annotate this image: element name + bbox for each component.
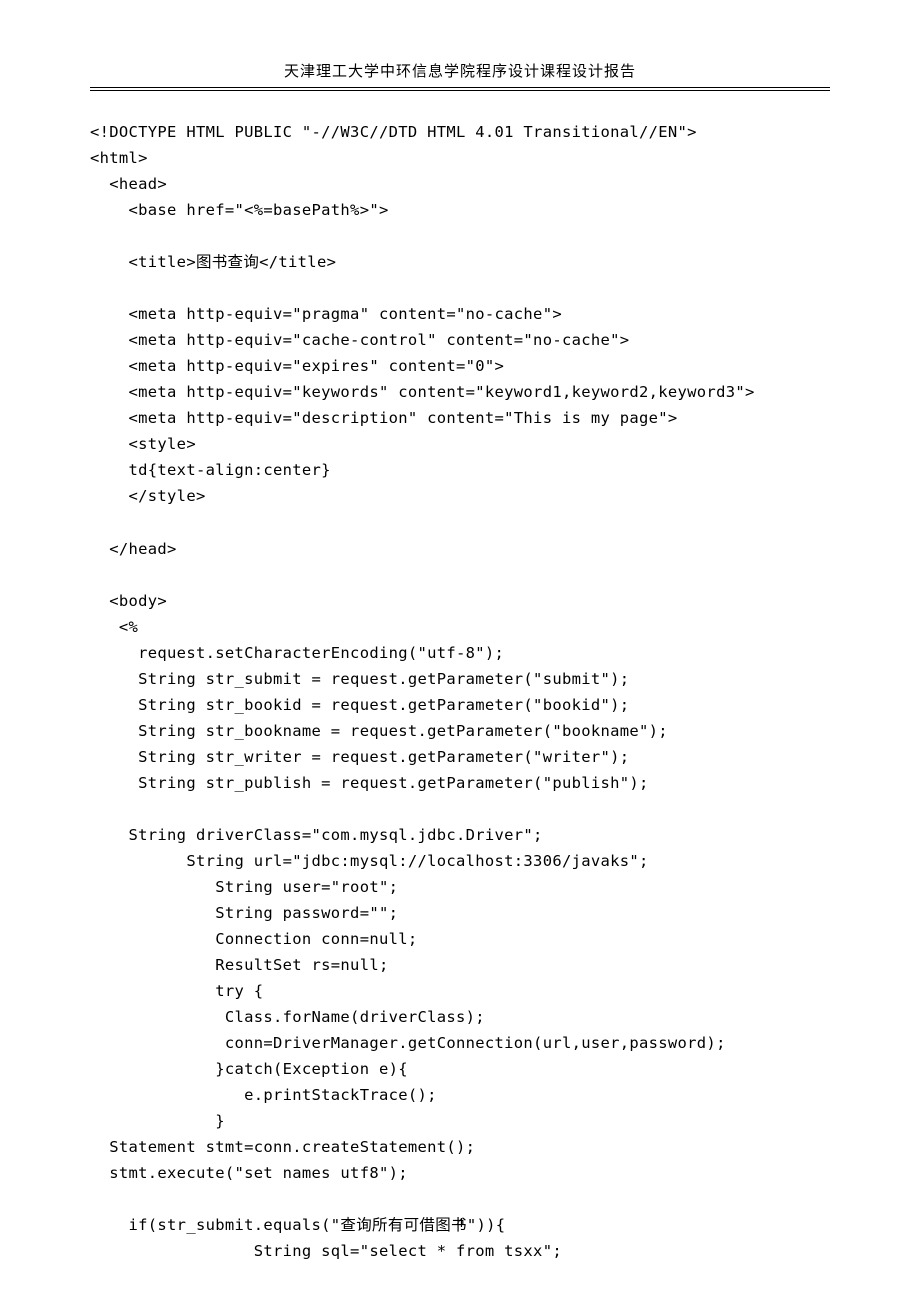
header-underline xyxy=(90,90,830,91)
page-header: 天津理工大学中环信息学院程序设计课程设计报告 xyxy=(90,60,830,88)
header-title: 天津理工大学中环信息学院程序设计课程设计报告 xyxy=(284,64,636,80)
page-number: 4 xyxy=(0,1216,920,1232)
document-page: 天津理工大学中环信息学院程序设计课程设计报告 <!DOCTYPE HTML PU… xyxy=(0,0,920,1264)
code-block: <!DOCTYPE HTML PUBLIC "-//W3C//DTD HTML … xyxy=(90,119,830,1264)
